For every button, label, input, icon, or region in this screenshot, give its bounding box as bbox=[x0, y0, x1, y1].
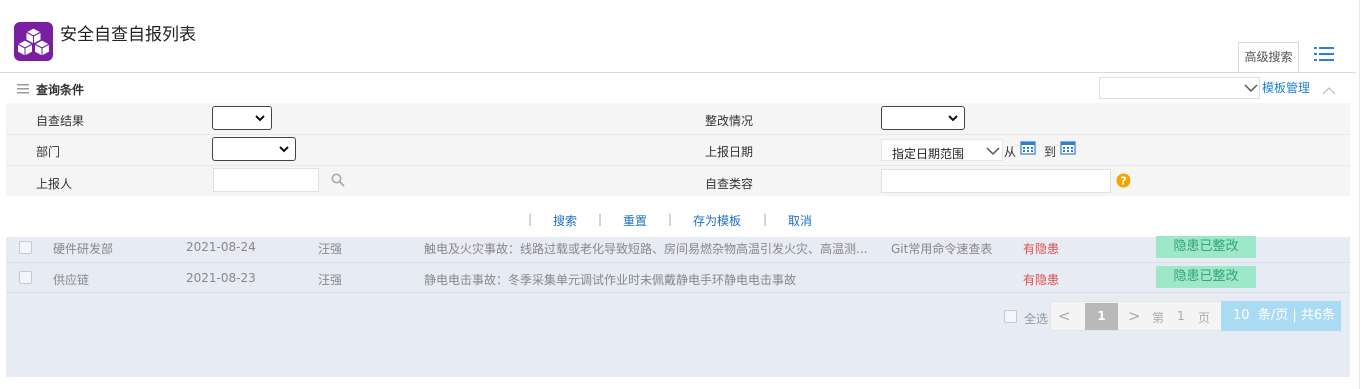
select-all-checkbox[interactable] bbox=[1004, 310, 1017, 323]
save-template-button[interactable]: 存为模板 bbox=[693, 212, 741, 229]
scrollbar-track[interactable] bbox=[1359, 0, 1360, 389]
query-conditions-title[interactable]: 查询条件 bbox=[36, 81, 84, 98]
hazard-cell: 有隐患 bbox=[1023, 273, 1060, 287]
calendar-icon[interactable] bbox=[1020, 140, 1036, 155]
row-divider bbox=[6, 292, 1350, 293]
chevron-down-icon bbox=[948, 115, 958, 122]
reporter-cell: 汪强 bbox=[318, 242, 343, 256]
select-all-label[interactable]: 全选 bbox=[1024, 310, 1048, 327]
row-checkbox[interactable] bbox=[19, 241, 32, 254]
search-button[interactable]: 搜索 bbox=[553, 212, 577, 229]
chevron-down-icon bbox=[255, 115, 265, 122]
calendar-icon[interactable] bbox=[1060, 140, 1076, 155]
chevron-down-icon bbox=[279, 146, 289, 153]
page-title: 安全自查自报列表 bbox=[60, 25, 196, 45]
filter-form bbox=[6, 103, 1350, 196]
rectification-select[interactable] bbox=[881, 106, 965, 130]
date-range-option: 指定日期范围 bbox=[892, 147, 965, 161]
question-circle-icon[interactable]: ? bbox=[1116, 173, 1131, 188]
chevron-up-icon[interactable] bbox=[1322, 84, 1336, 95]
reset-button[interactable]: 重置 bbox=[623, 212, 647, 229]
table-row[interactable]: 硬件研发部 2021-08-24 汪强 触电及火灾事故：线路过载或老化导致短路、… bbox=[6, 235, 1350, 262]
status-badge: 隐患已整改 bbox=[1156, 236, 1256, 258]
row-checkbox[interactable] bbox=[19, 271, 32, 284]
self-check-content-label: 自查类容 bbox=[705, 177, 754, 191]
report-date-label: 上报日期 bbox=[705, 145, 754, 159]
self-check-result-select[interactable] bbox=[212, 106, 272, 130]
per-page-selector[interactable]: 10 条/页 | 共6条 bbox=[1221, 301, 1341, 331]
content-cell: 静电电击事故：冬季采集单元调试作业时未佩戴静电手环静电电击事故 bbox=[424, 273, 797, 287]
department-select[interactable] bbox=[212, 137, 296, 161]
prev-page-button[interactable]: < bbox=[1058, 307, 1071, 325]
action-separator: | bbox=[763, 212, 768, 226]
cubes-icon bbox=[14, 22, 53, 61]
template-manage-link[interactable]: 模板管理 bbox=[1262, 79, 1310, 96]
per-page-summary: 条/页 | 共6条 bbox=[1257, 308, 1336, 323]
hazard-cell: 有隐患 bbox=[1023, 242, 1060, 256]
date-cell: 2021-08-23 bbox=[186, 271, 256, 285]
table-row[interactable]: 供应链 2021-08-23 汪强 静电电击事故：冬季采集单元调试作业时未佩戴静… bbox=[6, 265, 1350, 292]
rectification-label: 整改情况 bbox=[705, 114, 754, 128]
current-page-button[interactable]: 1 bbox=[1085, 303, 1118, 330]
form-row-divider bbox=[6, 165, 1350, 166]
page-suffix: 页 bbox=[1198, 311, 1211, 325]
chevron-down-icon[interactable] bbox=[986, 145, 1000, 156]
department-label: 部门 bbox=[36, 145, 61, 159]
action-separator: | bbox=[668, 212, 673, 226]
date-to-label: 到 bbox=[1044, 145, 1057, 159]
date-cell: 2021-08-24 bbox=[186, 240, 256, 254]
svg-text:?: ? bbox=[1120, 175, 1126, 188]
status-badge: 隐患已整改 bbox=[1156, 266, 1256, 288]
advanced-search-tab[interactable]: 高级搜索 bbox=[1238, 42, 1299, 73]
form-row-divider bbox=[6, 134, 1350, 135]
reference-cell[interactable]: Git常用命令速查表 bbox=[891, 240, 992, 257]
action-bar bbox=[6, 196, 1350, 238]
hamburger-icon bbox=[17, 83, 29, 94]
action-separator: | bbox=[598, 212, 603, 226]
row-divider bbox=[6, 262, 1350, 263]
action-separator: | bbox=[528, 212, 533, 226]
per-page-value[interactable]: 10 bbox=[1233, 308, 1250, 323]
department-cell: 硬件研发部 bbox=[53, 242, 114, 256]
magnifier-icon[interactable] bbox=[331, 173, 345, 187]
header-divider bbox=[0, 72, 1356, 73]
page-number-input[interactable]: 1 bbox=[1177, 309, 1185, 323]
reporter-label: 上报人 bbox=[36, 177, 73, 191]
content-cell: 触电及火灾事故：线路过载或老化导致短路、房间易燃杂物高温引发火灾、高温测... bbox=[424, 242, 868, 256]
self-check-content-input[interactable] bbox=[881, 169, 1111, 193]
reporter-input[interactable] bbox=[213, 168, 319, 192]
template-select[interactable] bbox=[1099, 77, 1260, 99]
next-page-button[interactable]: > bbox=[1128, 307, 1141, 325]
cancel-button[interactable]: 取消 bbox=[788, 212, 812, 229]
self-check-result-label: 自查结果 bbox=[36, 114, 85, 128]
list-menu-icon[interactable] bbox=[1314, 46, 1334, 62]
date-from-label: 从 bbox=[1004, 145, 1017, 159]
reporter-cell: 汪强 bbox=[318, 273, 343, 287]
chevron-down-icon[interactable] bbox=[1244, 82, 1258, 93]
department-cell: 供应链 bbox=[53, 273, 90, 287]
page-prefix: 第 bbox=[1152, 311, 1165, 325]
